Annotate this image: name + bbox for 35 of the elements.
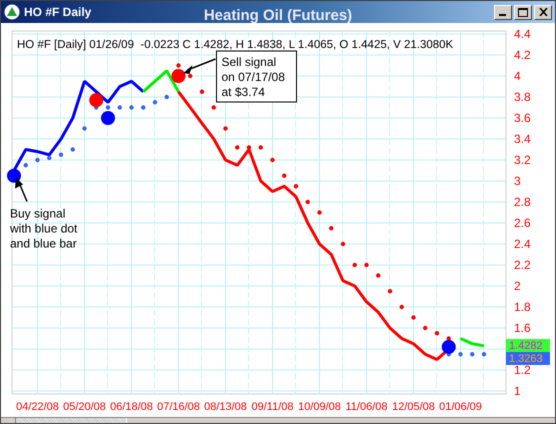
y-tick-label: 1.8 [514,300,531,314]
x-tick-label: 08/13/08 [204,401,247,413]
x-tick-label: 05/20/08 [63,401,106,413]
y-tick-label: 1.2 [514,363,531,377]
window-title: HO #F Daily [24,5,92,19]
y-tick-label: 3.6 [514,111,531,125]
y-tick-label: 2.4 [514,237,531,251]
annotation-callout: Sell signal on 07/17/08 at $3.74 [216,50,297,102]
x-tick-label: 09/11/08 [252,401,294,413]
y-tick-label: 1 [514,384,521,398]
x-tick-label: 07/16/08 [157,401,200,413]
x-tick-label: 06/18/08 [110,401,153,413]
y-tick-label: 4 [514,69,521,83]
price-tag: 1.4282 [506,339,550,352]
y-tick-label: 3.2 [514,153,531,167]
x-tick-label: 11/06/08 [346,401,388,413]
y-tick-label: 2.2 [514,258,531,272]
y-tick-label: 2.8 [514,195,531,209]
x-tick-label: 01/06/09 [439,401,482,413]
y-tick-label: 2.6 [514,216,531,230]
y-tick-label: 3 [514,174,521,188]
y-tick-label: 4.4 [514,27,531,41]
y-tick-label: 2 [514,279,521,293]
price-tag: 1.3263 [506,352,550,365]
y-tick-label: 4.2 [514,48,531,62]
annotation-text: Buy signal with blue dot and blue bar [10,206,78,250]
annotation: Sell signal on 07/17/08 at $3.74 [222,55,288,99]
quote-info: HO #F [Daily] 01/26/09 -0.0223 C 1.4282, H 1.4838, L 1.4065, O 1.4425, V 21.3080K [17,39,454,51]
x-tick-label: 12/05/08 [392,401,435,413]
y-tick-label: 3.8 [514,90,531,104]
x-tick-label: 04/22/08 [16,401,59,413]
y-tick-label: 3.4 [514,132,531,146]
y-tick-label: 1.6 [514,321,531,335]
x-tick-label: 10/09/08 [298,401,341,413]
chart-title: Heating Oil (Futures) [204,7,352,24]
